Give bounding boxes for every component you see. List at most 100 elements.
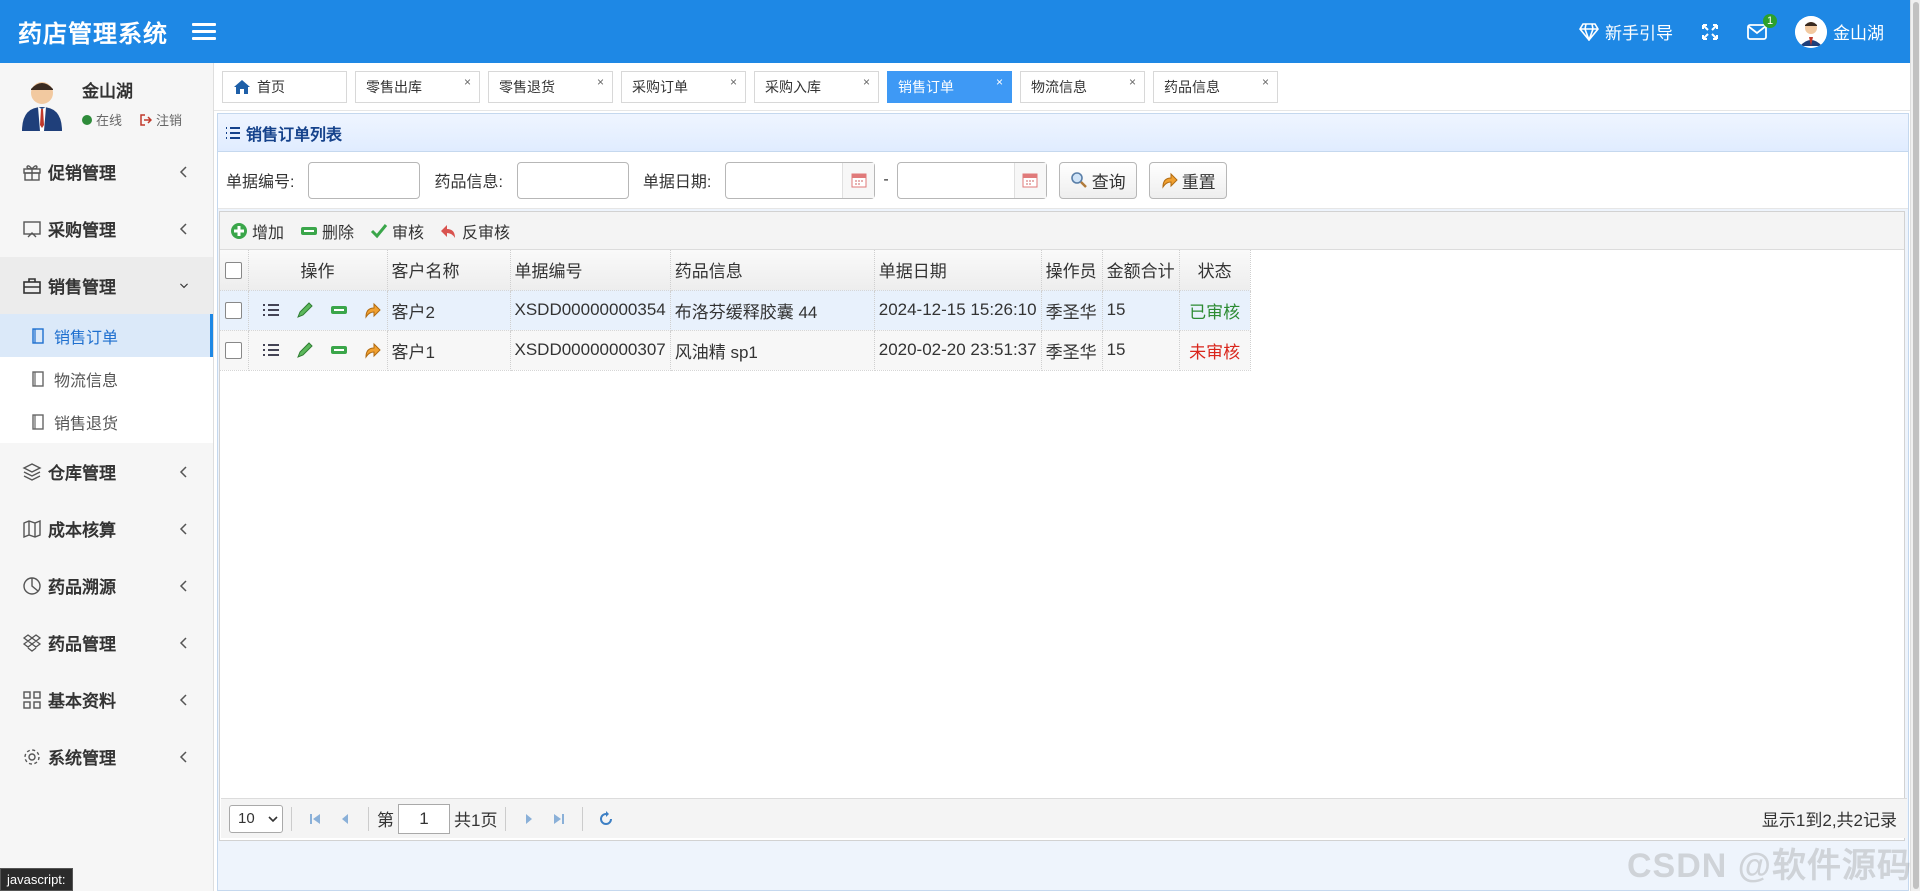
fullscreen-button[interactable]: [1701, 23, 1719, 41]
main-content: 首页 零售出库 × 零售退货 × 采购订单 × 采购入库 × 销售订单 × 物流信息 × 药…: [214, 63, 1910, 891]
grid-toolbar: 增加 删除 审核 反审核: [220, 212, 1904, 250]
list-icon: [226, 126, 240, 139]
user-menu[interactable]: 金山湖: [1795, 15, 1884, 48]
menu-toggle-icon[interactable]: [192, 20, 216, 44]
sidebar-item-cost[interactable]: 成本核算: [0, 500, 213, 557]
page-size-value: 10: [238, 810, 255, 827]
tab-close-icon[interactable]: ×: [1129, 75, 1136, 89]
forward-icon[interactable]: [363, 340, 383, 360]
calendar-icon[interactable]: [1013, 162, 1046, 198]
last-page-button[interactable]: [544, 805, 574, 833]
logout-label: 注销: [156, 113, 183, 128]
chevron-down-icon: [268, 815, 278, 822]
sidebar-item-sales[interactable]: 销售管理: [0, 257, 213, 314]
sidebar-sub-logistics[interactable]: 物流信息: [0, 357, 213, 400]
sidebar-label-trace: 药品溯源: [48, 578, 116, 597]
unaudit-button[interactable]: 反审核: [440, 219, 510, 243]
cell-date: 2020-02-20 23:51:37: [874, 330, 1042, 371]
logout-link[interactable]: 注销: [140, 110, 182, 129]
table-row[interactable]: 客户2 XSDD00000000354 布洛芬缓释胶囊 44 2024-12-1…: [220, 290, 1251, 331]
tab-close-icon[interactable]: ×: [1262, 75, 1269, 89]
detail-list-icon[interactable]: [261, 300, 281, 320]
col-customer[interactable]: 客户名称: [387, 250, 511, 291]
sidebar-sub-return[interactable]: 销售退货: [0, 400, 213, 443]
refresh-button[interactable]: [591, 805, 621, 833]
delete-button[interactable]: 删除: [300, 219, 354, 243]
user-avatar: [22, 82, 62, 131]
tab-close-icon[interactable]: ×: [597, 75, 604, 89]
tab-close-icon[interactable]: ×: [464, 75, 471, 89]
detail-list-icon[interactable]: [261, 340, 281, 360]
gift-icon: [23, 164, 41, 181]
drug-input[interactable]: [516, 161, 629, 199]
user-panel: 金山湖 在线 注销: [0, 63, 213, 143]
select-all-checkbox[interactable]: [225, 261, 243, 279]
code-input[interactable]: [308, 161, 421, 199]
sidebar-label-promo: 促销管理: [48, 164, 116, 183]
redo-icon: [1162, 172, 1178, 189]
col-status[interactable]: 状态: [1179, 250, 1251, 291]
guide-link[interactable]: 新手引导: [1579, 19, 1673, 44]
col-amount[interactable]: 金额合计: [1102, 250, 1180, 291]
reset-button[interactable]: 重置: [1148, 161, 1227, 199]
date-end-input[interactable]: [896, 161, 1047, 199]
row-select-cell: [220, 330, 249, 371]
map-icon: [23, 519, 41, 538]
sidebar-item-warehouse[interactable]: 仓库管理: [0, 443, 213, 500]
page-number-input[interactable]: 1: [398, 803, 450, 834]
sidebar-item-basic[interactable]: 基本资料: [0, 671, 213, 728]
tab-logistics[interactable]: 物流信息 ×: [1020, 70, 1145, 103]
undo-icon: [441, 224, 456, 238]
col-code[interactable]: 单据编号: [510, 250, 671, 291]
first-page-button[interactable]: [300, 805, 330, 833]
edit-pencil-icon[interactable]: [295, 340, 315, 360]
page-size-select[interactable]: 10: [229, 804, 283, 833]
forward-icon[interactable]: [363, 300, 383, 320]
table-row[interactable]: 客户1 XSDD00000000307 风油精 sp1 2020-02-20 2…: [220, 330, 1251, 371]
tab-label: 采购订单: [632, 78, 688, 95]
tab-purchase-in[interactable]: 采购入库 ×: [754, 70, 879, 103]
cell-operator: 季圣华: [1041, 290, 1103, 331]
tab-drug-info[interactable]: 药品信息 ×: [1153, 70, 1278, 103]
row-checkbox[interactable]: [225, 302, 243, 320]
col-date[interactable]: 单据日期: [874, 250, 1042, 291]
sidebar-sub-sales-order[interactable]: 销售订单: [0, 314, 213, 357]
audit-label: 审核: [392, 224, 425, 242]
sidebar-item-purchase[interactable]: 采购管理: [0, 200, 213, 257]
tab-home[interactable]: 首页: [222, 70, 347, 103]
date-start-input[interactable]: [725, 161, 876, 199]
delete-row-icon[interactable]: [329, 340, 349, 360]
next-page-button[interactable]: [514, 805, 544, 833]
mail-button[interactable]: 1: [1747, 13, 1777, 40]
tab-close-icon[interactable]: ×: [730, 75, 737, 89]
tab-retail-out[interactable]: 零售出库 ×: [355, 70, 480, 103]
tab-close-icon[interactable]: ×: [863, 75, 870, 89]
col-operator[interactable]: 操作员: [1041, 250, 1103, 291]
add-button[interactable]: 增加: [230, 219, 284, 243]
sidebar-item-system[interactable]: 系统管理: [0, 728, 213, 785]
audit-button[interactable]: 审核: [370, 219, 424, 243]
page-scrollbar[interactable]: [1910, 0, 1920, 891]
query-button[interactable]: 查询: [1058, 161, 1137, 199]
delete-row-icon[interactable]: [329, 300, 349, 320]
select-all-cell: [220, 250, 249, 291]
sidebar-item-drug[interactable]: 药品管理: [0, 614, 213, 671]
cell-code: XSDD00000000354: [510, 290, 671, 331]
tab-retail-return[interactable]: 零售退货 ×: [488, 70, 613, 103]
document-icon: [32, 327, 44, 344]
sidebar: 金山湖 在线 注销 促销管理 采购管理 销售管理 销售订单 物流信息 销售退货 …: [0, 63, 214, 891]
delete-label: 删除: [322, 224, 355, 242]
tab-close-icon[interactable]: ×: [996, 75, 1003, 89]
edit-pencil-icon[interactable]: [295, 300, 315, 320]
calendar-icon[interactable]: [842, 162, 875, 198]
sidebar-item-promo[interactable]: 促销管理: [0, 143, 213, 200]
cell-drug: 布洛芬缓释胶囊 44: [670, 290, 875, 331]
col-drug[interactable]: 药品信息: [670, 250, 875, 291]
sidebar-item-trace[interactable]: 药品溯源: [0, 557, 213, 614]
prev-page-button[interactable]: [330, 805, 360, 833]
dropbox-icon: [22, 633, 42, 652]
tab-sales-order[interactable]: 销售订单 ×: [887, 70, 1012, 103]
row-checkbox[interactable]: [225, 342, 243, 360]
reset-label: 重置: [1181, 172, 1216, 192]
tab-purchase-order[interactable]: 采购订单 ×: [621, 70, 746, 103]
